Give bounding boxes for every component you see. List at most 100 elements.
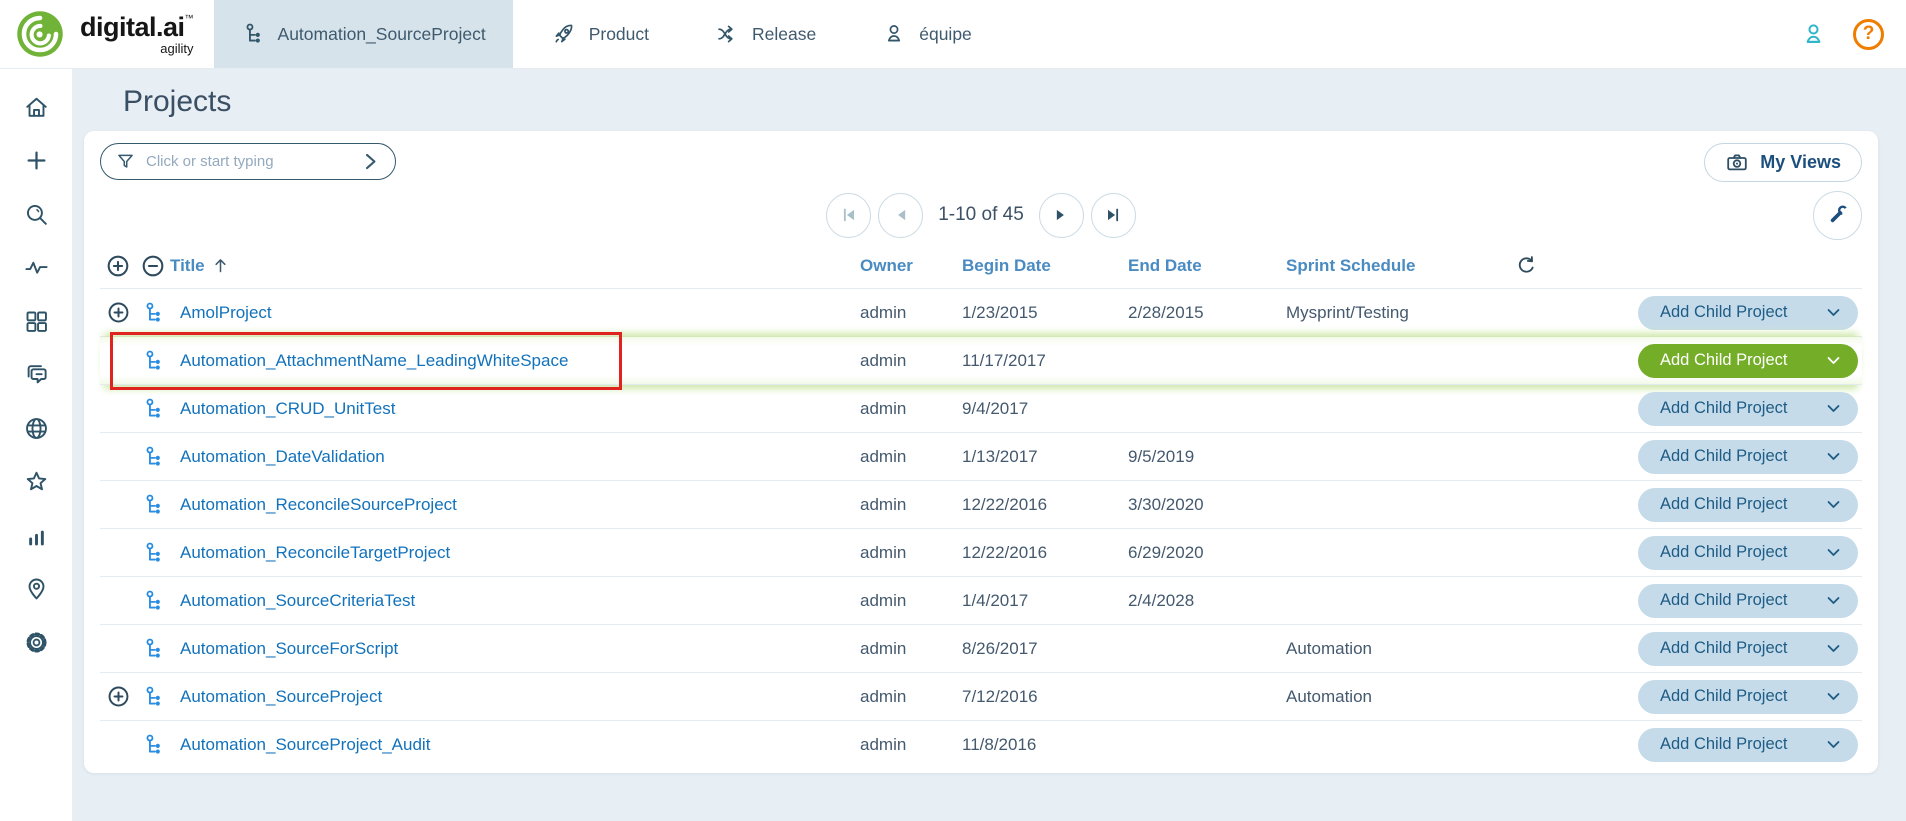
add-child-project-label: Add Child Project bbox=[1660, 399, 1787, 418]
settings-gear-icon bbox=[23, 629, 50, 656]
chevron-down-icon bbox=[1825, 496, 1842, 513]
sidebar-item-bar-chart[interactable] bbox=[14, 513, 58, 557]
add-child-project-label: Add Child Project bbox=[1660, 351, 1787, 370]
sidebar-item-conversations[interactable] bbox=[14, 353, 58, 397]
tab-release[interactable]: Release bbox=[688, 0, 843, 68]
chevron-down-icon bbox=[1825, 640, 1842, 657]
my-views-button[interactable]: My Views bbox=[1704, 143, 1862, 182]
add-child-project-button[interactable]: Add Child Project bbox=[1638, 296, 1858, 330]
add-child-project-button[interactable]: Add Child Project bbox=[1638, 440, 1858, 474]
add-child-project-button[interactable]: Add Child Project bbox=[1638, 584, 1858, 618]
next-page-button[interactable] bbox=[1039, 193, 1084, 238]
column-header-begin-date[interactable]: Begin Date bbox=[962, 256, 1128, 276]
refresh-icon[interactable] bbox=[1515, 254, 1538, 277]
help-icon[interactable]: ? bbox=[1853, 19, 1884, 50]
sidebar-item-home[interactable] bbox=[14, 85, 58, 129]
filter-funnel-icon bbox=[115, 151, 136, 172]
project-title-link[interactable]: Automation_SourceProject bbox=[180, 687, 382, 707]
expand-row-icon[interactable] bbox=[106, 300, 131, 325]
table-row: Automation_CRUD_UnitTest admin 9/4/2017 … bbox=[100, 385, 1862, 433]
project-title-link[interactable]: Automation_CRUD_UnitTest bbox=[180, 399, 395, 419]
column-header-end-date[interactable]: End Date bbox=[1128, 256, 1286, 276]
wrench-icon bbox=[1825, 202, 1851, 228]
filter-bar[interactable] bbox=[100, 143, 396, 180]
last-page-button[interactable] bbox=[1091, 193, 1136, 238]
table-row: Automation_ReconcileSourceProject admin … bbox=[100, 481, 1862, 529]
end-date-cell: 2/28/2015 bbox=[1128, 303, 1286, 323]
add-child-project-label: Add Child Project bbox=[1660, 543, 1787, 562]
main-content: Projects bbox=[72, 69, 1906, 821]
sidebar-item-plus[interactable] bbox=[14, 139, 58, 183]
previous-page-button[interactable] bbox=[878, 193, 923, 238]
sidebar-item-location-pin[interactable] bbox=[14, 567, 58, 611]
add-child-project-button[interactable]: Add Child Project bbox=[1638, 680, 1858, 714]
sidebar-item-settings-gear[interactable] bbox=[14, 620, 58, 664]
sidebar-item-globe[interactable] bbox=[14, 406, 58, 450]
tab-equipe[interactable]: équipe bbox=[855, 0, 999, 68]
project-tree-icon bbox=[142, 541, 164, 565]
topbar-tabs: Automation_SourceProject Product Release… bbox=[214, 0, 999, 68]
brand-logo: digital.ai™ agility bbox=[0, 0, 214, 68]
sidebar-item-grid[interactable] bbox=[14, 299, 58, 343]
owner-cell: admin bbox=[860, 543, 962, 563]
add-child-project-label: Add Child Project bbox=[1660, 687, 1787, 706]
tab-product[interactable]: Product bbox=[525, 0, 676, 68]
expand-all-icon[interactable] bbox=[105, 253, 131, 279]
begin-date-cell: 11/17/2017 bbox=[962, 351, 1128, 371]
project-title-link[interactable]: Automation_ReconcileTargetProject bbox=[180, 543, 450, 563]
column-header-title[interactable]: Title bbox=[170, 256, 205, 276]
filter-input[interactable] bbox=[146, 153, 350, 170]
add-child-project-button[interactable]: Add Child Project bbox=[1638, 392, 1858, 426]
begin-date-cell: 12/22/2016 bbox=[962, 495, 1128, 515]
user-icon[interactable] bbox=[1800, 21, 1827, 48]
star-icon bbox=[23, 468, 50, 495]
sidebar-item-activity[interactable] bbox=[14, 246, 58, 290]
first-page-button[interactable] bbox=[826, 193, 871, 238]
begin-date-cell: 9/4/2017 bbox=[962, 399, 1128, 419]
chevron-down-icon bbox=[1825, 352, 1842, 369]
location-pin-icon bbox=[23, 575, 50, 602]
chevron-down-icon bbox=[1825, 736, 1842, 753]
filter-go-icon[interactable] bbox=[360, 151, 381, 172]
owner-cell: admin bbox=[860, 399, 962, 419]
customize-grid-button[interactable] bbox=[1813, 191, 1862, 240]
column-header-sprint-schedule[interactable]: Sprint Schedule bbox=[1286, 256, 1498, 276]
project-title-link[interactable]: Automation_SourceProject_Audit bbox=[180, 735, 430, 755]
bar-chart-icon bbox=[23, 522, 50, 549]
sort-ascending-icon[interactable] bbox=[211, 256, 230, 275]
owner-cell: admin bbox=[860, 351, 962, 371]
table-row: Automation_AttachmentName_LeadingWhiteSp… bbox=[100, 337, 1862, 385]
column-header-owner[interactable]: Owner bbox=[860, 256, 962, 276]
project-title-link[interactable]: Automation_AttachmentName_LeadingWhiteSp… bbox=[180, 351, 568, 371]
collapse-all-icon[interactable] bbox=[140, 253, 166, 279]
owner-cell: admin bbox=[860, 303, 962, 323]
add-child-project-button[interactable]: Add Child Project bbox=[1638, 344, 1858, 378]
project-title-link[interactable]: Automation_DateValidation bbox=[180, 447, 385, 467]
expand-row-icon[interactable] bbox=[106, 684, 131, 709]
project-title-link[interactable]: Automation_SourceForScript bbox=[180, 639, 398, 659]
add-child-project-button[interactable]: Add Child Project bbox=[1638, 488, 1858, 522]
project-tree-icon bbox=[142, 589, 164, 613]
digitalai-logo-icon bbox=[14, 8, 66, 60]
project-tree-icon bbox=[142, 445, 164, 469]
tab-automation-sourceproject[interactable]: Automation_SourceProject bbox=[214, 0, 513, 68]
table-row: Automation_SourceForScript admin 8/26/20… bbox=[100, 625, 1862, 673]
sidebar-item-star[interactable] bbox=[14, 460, 58, 504]
add-child-project-button[interactable]: Add Child Project bbox=[1638, 632, 1858, 666]
project-tree-icon bbox=[142, 733, 164, 757]
add-child-project-button[interactable]: Add Child Project bbox=[1638, 728, 1858, 762]
project-title-link[interactable]: AmolProject bbox=[180, 303, 272, 323]
table-row: Automation_SourceProject admin 7/12/2016… bbox=[100, 673, 1862, 721]
owner-cell: admin bbox=[860, 639, 962, 659]
project-title-link[interactable]: Automation_ReconcileSourceProject bbox=[180, 495, 457, 515]
project-tree-icon bbox=[142, 397, 164, 421]
project-title-link[interactable]: Automation_SourceCriteriaTest bbox=[180, 591, 415, 611]
add-child-project-button[interactable]: Add Child Project bbox=[1638, 536, 1858, 570]
add-child-project-label: Add Child Project bbox=[1660, 303, 1787, 322]
brand-product: agility bbox=[80, 42, 194, 55]
sidebar-item-search[interactable] bbox=[14, 192, 58, 236]
table-row: Automation_SourceCriteriaTest admin 1/4/… bbox=[100, 577, 1862, 625]
page-title: Projects bbox=[123, 85, 1906, 119]
owner-cell: admin bbox=[860, 687, 962, 707]
begin-date-cell: 1/13/2017 bbox=[962, 447, 1128, 467]
